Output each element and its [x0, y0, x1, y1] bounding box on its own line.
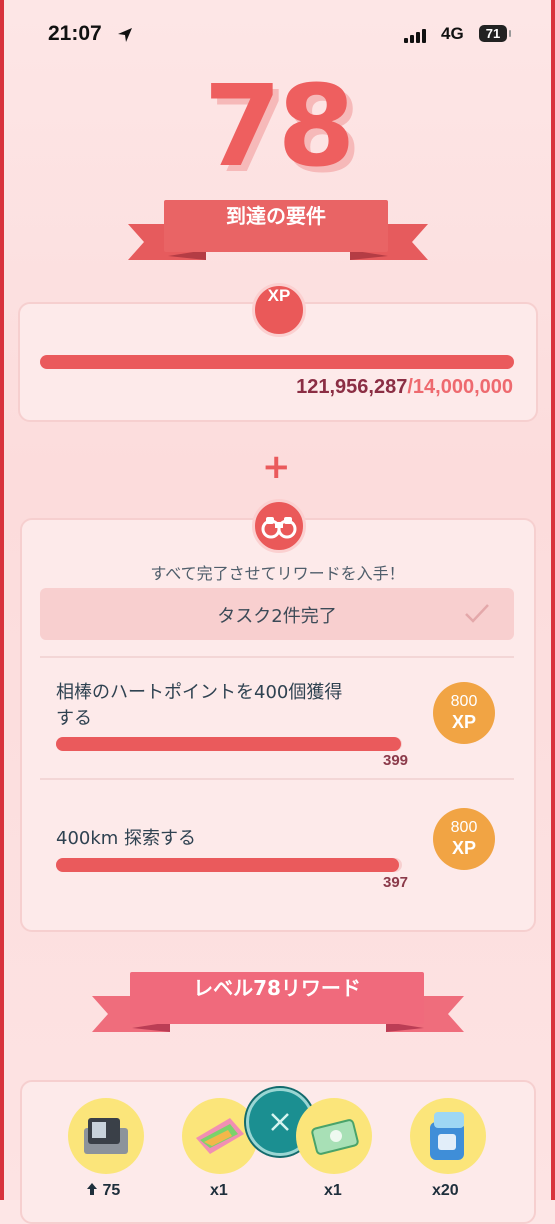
xp-target-value: /14,000,000 [407, 376, 513, 398]
task-1-title-line1: 相棒のハートポイントを400個獲得 [56, 682, 343, 703]
completed-tasks-bar[interactable]: タスク2件完了 [40, 588, 514, 640]
task-1-title: 相棒のハートポイントを400個獲得 する [56, 680, 342, 732]
level-number: 78 [203, 62, 356, 192]
reward-4-count: x20 [432, 1182, 459, 1199]
location-arrow-icon [116, 26, 134, 48]
rewards-ribbon: レベル78リワード [0, 972, 555, 1032]
elite-pass-icon [296, 1098, 372, 1174]
binoculars-icon [252, 499, 306, 553]
storage-box-icon [410, 1098, 486, 1174]
status-time: 21:07 [48, 22, 102, 45]
close-icon [271, 1113, 289, 1131]
checkmark-icon [465, 604, 489, 623]
network-type: 4G [441, 24, 464, 43]
candy-xl-icon [182, 1098, 258, 1174]
reward-1-count-value: 75 [102, 1182, 121, 1199]
requirements-ribbon: 到達の要件 [0, 200, 555, 260]
task-2-title: 400km 探索する [56, 826, 196, 852]
task-1-progress-bar [56, 737, 402, 751]
task-2-progress-bar [56, 858, 400, 872]
reward-2-count: x1 [210, 1182, 228, 1199]
task-1-progress-value: 399 [383, 752, 409, 769]
task-2-progress-value: 397 [383, 874, 409, 891]
completed-tasks-label: タスク2件完了 [217, 606, 337, 627]
task-1-xp-reward: 800 XP [433, 682, 495, 744]
task-2-reward-unit: XP [451, 838, 476, 858]
xp-progress-bar [40, 355, 514, 369]
arrow-up-icon [87, 1183, 97, 1195]
requirements-banner-label: 到達の要件 [164, 200, 388, 252]
xp-current-value: 121,956,287 [296, 376, 408, 398]
divider [40, 778, 514, 780]
xp-progress-text: 121,956,287/14,000,000 [296, 376, 513, 399]
cellular-signal-icon [404, 27, 426, 43]
plus-sign: + [262, 447, 291, 487]
task-1-reward-unit: XP [451, 712, 476, 732]
reward-3-count: x1 [324, 1182, 342, 1199]
tasks-caption: すべて完了させてリワードを入手！ [150, 564, 405, 583]
task-2-reward-amount: 800 [450, 819, 478, 836]
rewards-banner-label: レベル78リワード [130, 972, 424, 1024]
reward-1-count: 75 [86, 1182, 120, 1200]
xp-badge: XP [252, 283, 306, 337]
task-2-xp-reward: 800 XP [433, 808, 495, 870]
task-1-title-line2: する [56, 708, 92, 729]
divider [40, 656, 514, 658]
task-2-title-line1: 400km 探索する [56, 828, 197, 849]
task-1-reward-amount: 800 [450, 693, 478, 710]
battery-indicator: 71 [479, 25, 511, 42]
incubator-icon [68, 1098, 144, 1174]
status-bar: 21:07 4G 71 [0, 22, 555, 52]
